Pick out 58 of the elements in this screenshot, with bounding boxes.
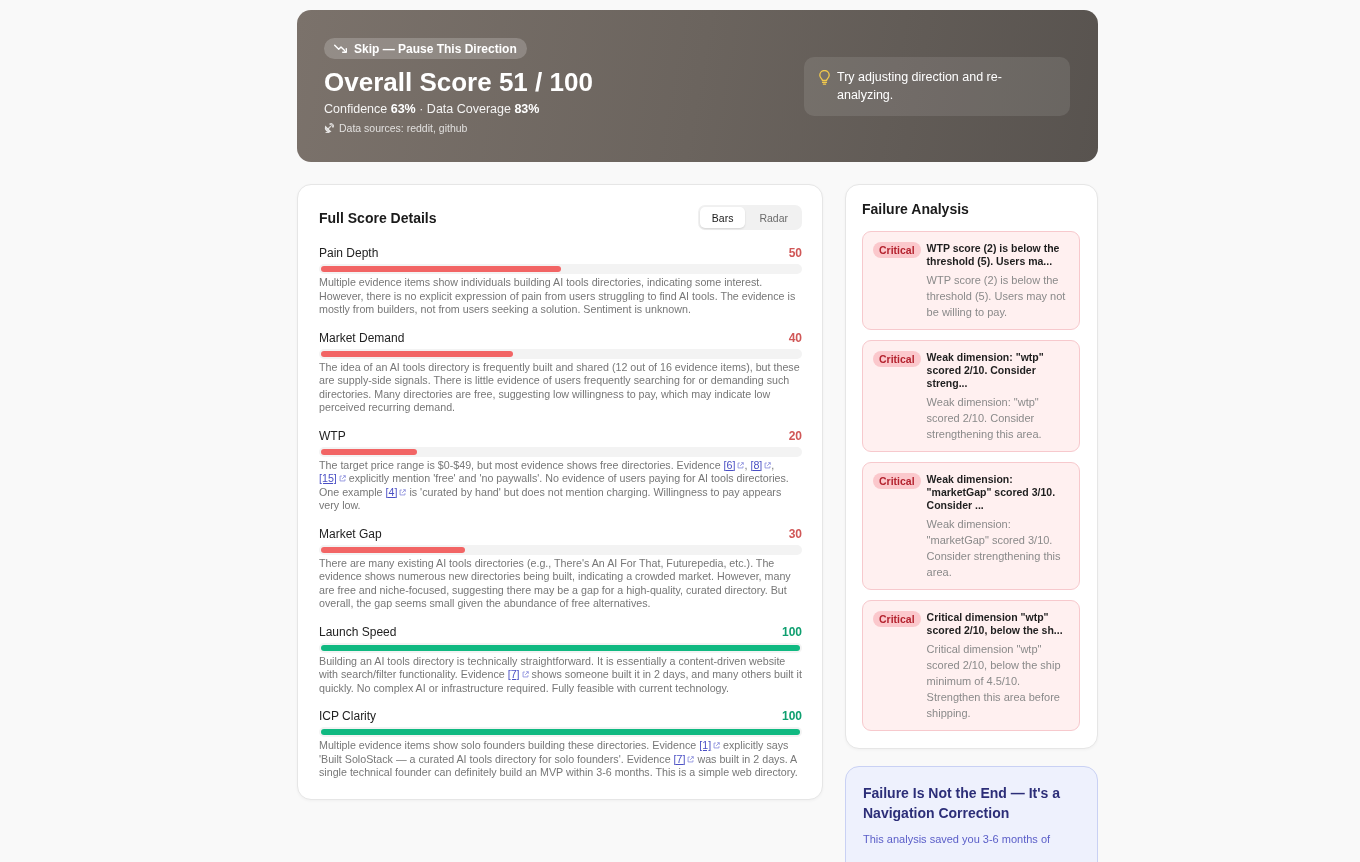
overall-score-title: Overall Score 51 / 100 (324, 66, 593, 98)
citation-link[interactable]: [7] (507, 668, 529, 680)
lightbulb-icon (819, 70, 830, 85)
view-tab[interactable]: Bars (699, 207, 746, 228)
dimension-score: 30 (788, 526, 802, 541)
dimension-name: Pain Depth (319, 246, 379, 260)
data-sources-text: Data sources: reddit, github (339, 121, 468, 135)
failure-detail: Weak dimension: "wtp" scored 2/10. Consider strengthening this area. (926, 395, 1043, 442)
dimension-score: 100 (781, 709, 802, 723)
card-title: Failure Analysis (862, 201, 970, 217)
citation-link[interactable]: [8] (750, 458, 772, 471)
failure-detail: Critical dimension "wtp" scored 2/10, below the ship minimum of 4.5/10. Strengthen this area before shipping. (926, 642, 1062, 721)
dimension-description: There are many existing AI tools directories (e.g., There's An AI For That, Futurepedia, etc.). The evidence shows numerous new directories being built, indicating a crowded market. However, many are free and niche-focused, suggesting there may be a gap for a high-quality, curated directory. But overall, the gap seems small given the abundance of free alternatives. (319, 556, 792, 611)
failure-detail: WTP score (2) is below the threshold (5). Users may not be willing to pay. (926, 273, 1067, 320)
external-link-icon (713, 742, 721, 749)
encouragement-title: Failure Is Not the End — It's a Navigation Correction (863, 784, 1062, 823)
dimension-description: Multiple evidence items show solo founders building these directories. Evidence [1] explicitly says 'Built SoloStack — a curated AI tools directory for solo founders'. Evidence [7] was built in 2 days. A single technical founder can definitely build an MVP within 3-6 months. This is a simple web directory. (319, 739, 799, 780)
dimension-name: Market Gap (319, 526, 382, 541)
confidence-coverage-text: Confidence 63% · Data Coverage 83% (324, 101, 540, 118)
external-link-icon (764, 461, 772, 469)
dimension-description: Building an AI tools directory is technically straightforward. It is essentially a content-driven website with search/filter functionality. Evidence [7] shows someone built it in 2 days, and many others built it quickly. No complex AI or infrastructure required. Fully feasible with current technology. (319, 654, 802, 695)
dimension-description: The idea of an AI tools directory is frequently built and shared (12 out of 16 evidence items), but these are supply-side signals. There is little evidence of users frequently searching for or demanding such directories. Many directories are free, suggesting low willingness to pay, which may indicate low perceived recurring demand. (319, 360, 801, 415)
dimension-score: 50 (788, 246, 802, 260)
satellite-dish-icon (324, 123, 334, 133)
verdict-text: Skip — Pause This Direction (354, 41, 517, 56)
external-link-icon (399, 488, 407, 496)
severity-badge: Critical (873, 473, 921, 489)
dimension-name: Market Demand (319, 330, 405, 345)
severity-badge: Critical (873, 242, 921, 258)
dimension-description: Multiple evidence items show individuals building AI tools directories, indicating some interest. However, there is no explicit expression of pain from users struggling to find AI tools. The evidence is mostly from builders, not from users seeking a solution. Sentiment is unknown. (319, 276, 797, 317)
failure-title: Critical dimension "wtp" scored 2/10, below the sh... (926, 611, 1064, 637)
failure-detail: Weak dimension: "marketGap" scored 3/10. Consider strengthening this area. (926, 517, 1062, 580)
external-link-icon (687, 755, 695, 763)
dimension-score: 40 (788, 330, 802, 345)
encouragement-text: This analysis saved you 3-6 months of (863, 832, 1052, 847)
dimension-score: 20 (788, 428, 802, 443)
external-link-icon (737, 461, 745, 469)
trending-down-icon (334, 44, 347, 53)
dimension-description: The target price range is $0-$49, but most evidence shows free directories. Evidence [6] , [8] , [15] explicitly mention 'free' and 'no paywalls'. No evidence of users paying for AI tools directories. One example [4] is 'curated by hand' but does not mention charging. Willingness to pay appears very low. (319, 458, 790, 513)
citation-link[interactable]: [4] (385, 485, 407, 498)
dimension-name: Launch Speed (319, 624, 397, 639)
citation-link[interactable]: [7] (673, 752, 695, 765)
dimension-name: ICP Clarity (319, 709, 377, 723)
dimension-name: WTP (319, 428, 346, 443)
severity-badge: Critical (873, 611, 921, 627)
external-link-icon (521, 671, 529, 678)
dimension-score: 100 (781, 624, 802, 639)
citation-link[interactable]: [6] (723, 458, 745, 471)
failure-title: Weak dimension: "wtp" scored 2/10. Consider streng... (926, 351, 1045, 390)
view-tab[interactable]: Radar (747, 207, 800, 228)
severity-badge: Critical (873, 351, 921, 367)
citation-link[interactable]: [15] (319, 472, 346, 484)
external-link-icon (338, 475, 346, 482)
card-title: Full Score Details (319, 209, 437, 226)
failure-title: Weak dimension: "marketGap" scored 3/10. Consider ... (926, 473, 1057, 512)
citation-link[interactable]: [1] (699, 739, 721, 751)
tip-text: Try adjusting direction and re-analyzing. (837, 69, 1003, 104)
failure-title: WTP score (2) is below the threshold (5). Users ma... (926, 242, 1061, 268)
